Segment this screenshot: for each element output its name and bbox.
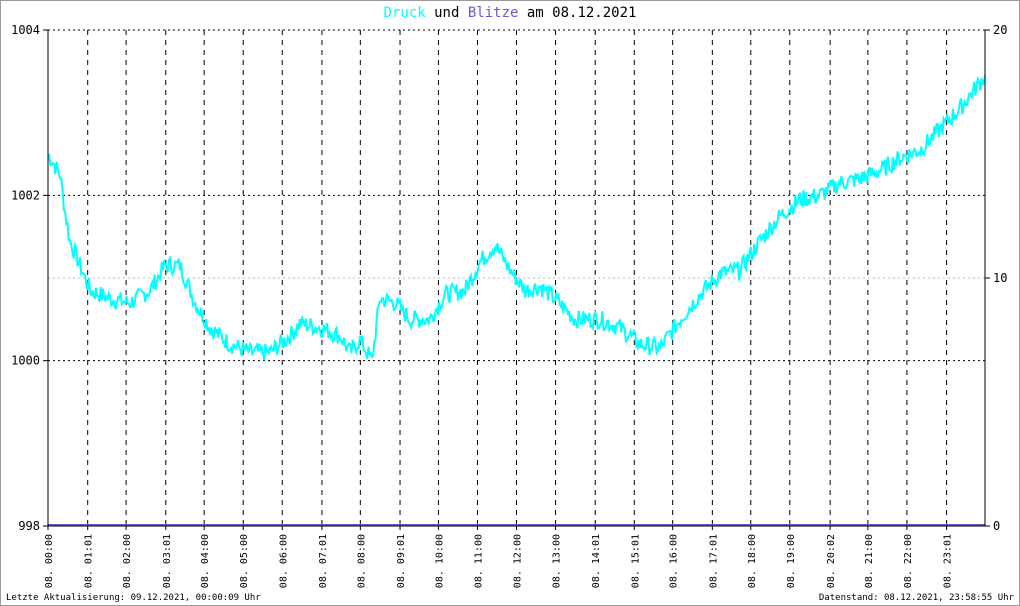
x-tick-label: 08. 20:02 (826, 534, 837, 588)
x-tick-label: 08. 13:00 (552, 534, 563, 588)
x-tick-label: 08. 01:01 (84, 534, 95, 588)
x-tick-label: 08. 09:01 (396, 534, 407, 588)
x-tick-label: 08. 21:00 (864, 534, 875, 588)
footer-last-update: Letzte Aktualisierung: 09.12.2021, 00:00… (6, 593, 261, 603)
x-tick-label: 08. 17:01 (708, 534, 719, 588)
x-tick-label: 08. 00:00 (44, 534, 55, 588)
x-tick-label: 08. 16:00 (669, 534, 680, 588)
x-tick-label: 08. 05:00 (239, 534, 250, 588)
y-right-tick-label: 10 (993, 271, 1007, 285)
x-tick-label: 08. 06:00 (278, 534, 289, 588)
y-left-tick-label: 1004 (11, 23, 40, 37)
y-left-tick-label: 998 (18, 519, 40, 533)
x-tick-label: 08. 19:00 (786, 534, 797, 588)
x-tick-label: 08. 18:00 (747, 534, 758, 588)
y-right-tick-label: 0 (993, 519, 1000, 533)
x-tick-label: 08. 04:00 (200, 534, 211, 588)
pressure-line (47, 75, 986, 361)
footer-data-status: Datenstand: 08.12.2021, 23:58:55 Uhr (818, 593, 1014, 603)
y-left-tick-label: 1000 (11, 354, 40, 368)
x-tick-label: 08. 03:01 (162, 534, 173, 588)
x-tick-label: 08. 12:00 (513, 534, 524, 588)
x-tick-label: 08. 22:00 (903, 534, 914, 588)
x-tick-label: 08. 02:00 (122, 534, 133, 588)
x-tick-label: 08. 11:00 (473, 534, 484, 588)
y-right-tick-label: 20 (993, 23, 1007, 37)
x-tick-label: 08. 23:01 (943, 534, 954, 588)
x-tick-label: 08. 08:00 (356, 534, 367, 588)
x-tick-label: 08. 07:01 (318, 534, 329, 588)
x-tick-label: 08. 15:01 (630, 534, 641, 588)
x-tick-label: 08. 10:00 (434, 534, 445, 588)
x-tick-label: 08. 14:01 (591, 534, 602, 588)
y-left-tick-label: 1002 (11, 188, 40, 202)
chart-svg: 998 1000 1002 1004 0 10 20 08. 00:00 08. 01:01 08… (11, 23, 1007, 588)
